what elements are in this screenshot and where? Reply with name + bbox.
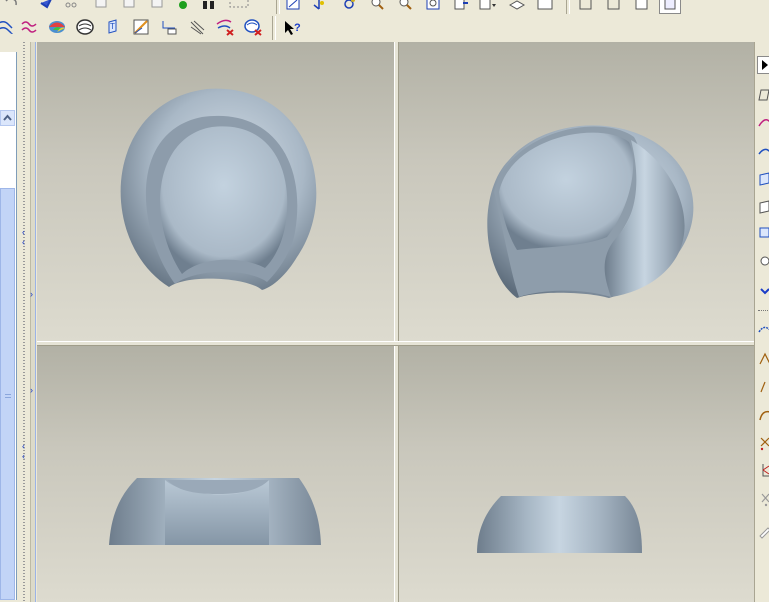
main-toolbar-row1	[0, 0, 769, 14]
viewport-side[interactable]	[399, 346, 754, 602]
feature-toolbar	[754, 42, 769, 602]
view-manager-icon[interactable]	[534, 0, 556, 14]
scroll-up-button[interactable]	[0, 110, 15, 126]
sketch-icon[interactable]	[757, 86, 769, 104]
redo-icon[interactable]	[34, 0, 56, 12]
panel-splitter[interactable]	[30, 42, 36, 602]
zoom-window-icon[interactable]	[422, 0, 444, 14]
layers-icon[interactable]	[506, 0, 528, 14]
curvature-icon[interactable]	[214, 16, 236, 38]
zoom-out-icon[interactable]	[394, 0, 416, 14]
wireframe-icon[interactable]	[575, 0, 597, 14]
panel-tab-strip	[23, 42, 25, 602]
expand-right-icon[interactable]: ›	[30, 386, 33, 395]
delete-analysis-icon[interactable]	[242, 16, 264, 38]
measure-icon[interactable]	[158, 16, 180, 38]
whats-this-help-icon[interactable]: ?	[282, 17, 304, 39]
edit-icon[interactable]	[757, 522, 769, 540]
trim-icon[interactable]	[757, 434, 769, 452]
curve-icon[interactable]	[757, 142, 769, 160]
point-icon[interactable]	[757, 252, 769, 270]
model-front-view	[120, 88, 317, 290]
fillet-icon[interactable]	[757, 406, 769, 424]
spline-icon[interactable]	[757, 114, 769, 132]
shaded-icon[interactable]	[659, 0, 681, 14]
zoom-in-icon[interactable]	[366, 0, 388, 14]
select-icon[interactable]	[757, 56, 769, 74]
datum-axis-icon[interactable]	[18, 16, 40, 38]
line-icon[interactable]	[757, 350, 769, 368]
viewport-front[interactable]	[37, 42, 394, 341]
main-toolbar-row2: T ?	[0, 14, 769, 42]
surface-icon[interactable]	[757, 170, 769, 188]
collapse-left-icon[interactable]: ‹	[22, 452, 25, 461]
repaint-icon[interactable]	[282, 0, 304, 14]
scrollbar-thumb[interactable]	[0, 188, 15, 600]
hidden-line-icon[interactable]	[603, 0, 625, 14]
datum-curve-icon[interactable]	[757, 320, 769, 338]
copy-icon[interactable]	[90, 0, 112, 12]
saved-views-icon[interactable]	[478, 0, 500, 14]
find-icon[interactable]	[198, 0, 220, 14]
collapse-left-icon[interactable]: ‹	[22, 238, 25, 247]
model-top-view	[109, 478, 321, 545]
datum-curve-icon[interactable]	[46, 16, 68, 38]
expand-right-icon[interactable]: ›	[30, 290, 33, 299]
cut-icon[interactable]	[60, 0, 82, 12]
help-glyph: ?	[294, 22, 301, 34]
orient-icon[interactable]	[450, 0, 472, 14]
select-box-icon[interactable]	[228, 0, 250, 12]
collapse-left-icon[interactable]: ‹	[22, 442, 25, 451]
refit-icon[interactable]	[338, 0, 360, 14]
model-isometric-view	[487, 125, 694, 298]
svg-text:T: T	[110, 22, 115, 31]
no-hidden-icon[interactable]	[631, 0, 653, 14]
paste-icon[interactable]	[118, 0, 140, 12]
model-side-view	[477, 496, 642, 553]
arc-icon[interactable]	[757, 378, 769, 396]
analysis-icon[interactable]	[130, 16, 152, 38]
plane-icon[interactable]	[757, 198, 769, 216]
viewport-isometric[interactable]	[399, 42, 754, 341]
spin-center-icon[interactable]	[308, 0, 330, 14]
expand-icon[interactable]	[757, 282, 769, 300]
model-analysis-icon[interactable]	[186, 16, 208, 38]
datum-point-icon[interactable]	[74, 16, 96, 38]
offset-icon[interactable]	[757, 224, 769, 242]
collapse-left-icon[interactable]: ‹	[22, 228, 25, 237]
paste-special-icon[interactable]	[146, 0, 168, 12]
undo-icon[interactable]	[0, 0, 22, 12]
datum-plane-icon[interactable]	[0, 16, 16, 38]
delete-icon[interactable]	[757, 490, 769, 508]
coordinate-icon[interactable]	[757, 462, 769, 480]
coordinate-system-icon[interactable]: T	[102, 16, 124, 38]
viewport-top[interactable]	[37, 346, 394, 602]
